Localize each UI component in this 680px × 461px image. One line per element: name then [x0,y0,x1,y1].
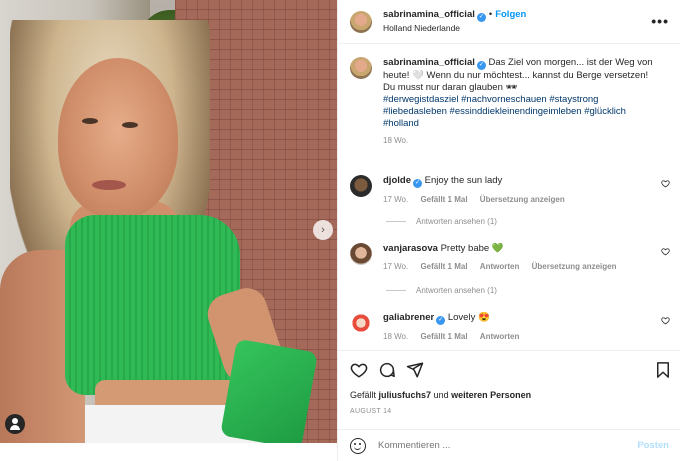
comment-age[interactable]: 17 Wo. [383,195,408,204]
comment-meta: 18 Wo. Gefällt 1 Mal Antworten [383,331,653,343]
liked-by-summary: Gefällt juliusfuchs7 und weiteren Person… [350,390,531,400]
bookmark-icon[interactable] [654,361,672,379]
author-avatar[interactable] [350,10,372,33]
verified-badge-icon: ✓ [476,61,486,70]
comment-item: djolde ✓ Enjoy the sun lady 17 Wo. Gefäll… [350,175,672,206]
comment-username[interactable]: galiabrener [383,312,434,323]
comment-icon[interactable] [378,361,396,379]
comment-text: Enjoy the sun lady [424,175,503,186]
comment-input[interactable] [378,440,638,451]
author-username[interactable]: sabrinamina_official [383,9,475,20]
photo-eye-right [122,122,138,128]
next-photo-button[interactable]: › [313,220,333,240]
view-replies-button[interactable]: Antworten ansehen (1) [386,286,497,295]
comments-list: sabrinamina_official ✓ Das Ziel von morge… [338,45,680,350]
photo-eye-left [82,118,98,124]
user-tags-button[interactable] [5,414,25,434]
post-header: sabrinamina_official ✓ • Folgen Holland Nie… [338,0,680,44]
comment-content: vanjarasova Pretty babe 💚 17 Wo. Gefällt… [383,243,653,273]
verified-badge-icon: ✓ [412,179,422,188]
photo-lips [92,180,126,190]
caption-age[interactable]: 18 Wo. [383,136,408,145]
post-details-panel: sabrinamina_official ✓ • Folgen Holland Nie… [337,0,680,461]
commenter-avatar[interactable] [350,312,372,334]
heart-icon[interactable] [350,361,368,379]
replies-divider [386,290,406,291]
translate-link[interactable]: Übersetzung anzeigen [532,262,617,271]
add-comment-bar: Posten [338,429,680,461]
post-comment-button[interactable]: Posten [637,440,669,451]
comment-meta: 17 Wo. Gefällt 1 Mal Antworten Übersetzu… [383,261,653,273]
liked-by-mid: und [433,390,449,400]
caption-hashtags[interactable]: #derwegistdasziel #nachvorneschauen #sta… [383,94,653,130]
post-location[interactable]: Holland Niederlande [383,22,526,34]
post-photo[interactable]: › [0,0,337,443]
more-options-icon[interactable]: ••• [651,13,669,29]
comment-age[interactable]: 18 Wo. [383,332,408,341]
comment-content: djolde ✓ Enjoy the sun lady 17 Wo. Gefäll… [383,175,653,206]
view-replies-button[interactable]: Antworten ansehen (1) [386,217,497,226]
post-modal: › sabrinamina_official ✓ • Folgen Holland N… [0,0,680,461]
verified-badge-icon: ✓ [476,13,486,22]
photo-face [58,58,178,218]
translate-link[interactable]: Übersetzung anzeigen [480,195,565,204]
comment-content: galiabrener ✓ Lovely 😍 18 Wo. Gefällt 1 M… [383,312,653,343]
heart-icon[interactable] [661,247,670,256]
liked-by-user[interactable]: juliusfuchs7 [379,390,432,400]
post-date[interactable]: AUGUST 14 [350,408,391,415]
share-icon[interactable] [406,361,424,379]
liked-by-prefix: Gefällt [350,390,377,400]
comment-likes[interactable]: Gefällt 1 Mal [420,262,467,271]
comment-text: Pretty babe 💚 [440,243,504,254]
replies-divider [386,221,406,222]
reply-button[interactable]: Antworten [480,262,520,271]
photo-green-bag [220,338,318,443]
caption-avatar[interactable] [350,57,372,79]
comment-meta: 17 Wo. Gefällt 1 Mal Übersetzung anzeige… [383,194,653,206]
reply-button[interactable]: Antworten [480,332,520,341]
comment-username[interactable]: vanjarasova [383,243,438,254]
verified-badge-icon: ✓ [436,316,446,325]
comment-likes[interactable]: Gefällt 1 Mal [420,195,467,204]
caption-meta: 18 Wo. [383,135,653,147]
liked-by-rest[interactable]: weiteren Personen [451,390,531,400]
emoji-icon[interactable] [350,437,366,454]
comment-age[interactable]: 17 Wo. [383,262,408,271]
comment-text: Lovely 😍 [447,312,490,323]
separator-dot: • [488,9,493,20]
comment-likes[interactable]: Gefällt 1 Mal [420,332,467,341]
caption: sabrinamina_official ✓ Das Ziel von morge… [350,57,672,147]
heart-icon[interactable] [661,179,670,188]
commenter-avatar[interactable] [350,243,372,265]
follow-button[interactable]: Folgen [495,9,526,20]
view-replies-label: Antworten ansehen (1) [416,286,497,295]
caption-username[interactable]: sabrinamina_official [383,57,475,68]
commenter-avatar[interactable] [350,175,372,197]
heart-icon[interactable] [661,316,670,325]
next-chevron-icon: › [321,224,325,236]
comment-item: galiabrener ✓ Lovely 😍 18 Wo. Gefällt 1 M… [350,312,672,343]
post-actions: Gefällt juliusfuchs7 und weiteren Person… [338,350,680,430]
caption-content: sabrinamina_official ✓ Das Ziel von morge… [383,57,653,147]
comment-item: vanjarasova Pretty babe 💚 17 Wo. Gefällt… [350,243,672,273]
view-replies-label: Antworten ansehen (1) [416,217,497,226]
comment-username[interactable]: djolde [383,175,411,186]
author-meta: sabrinamina_official ✓ • Folgen Holland Nie… [383,9,526,34]
